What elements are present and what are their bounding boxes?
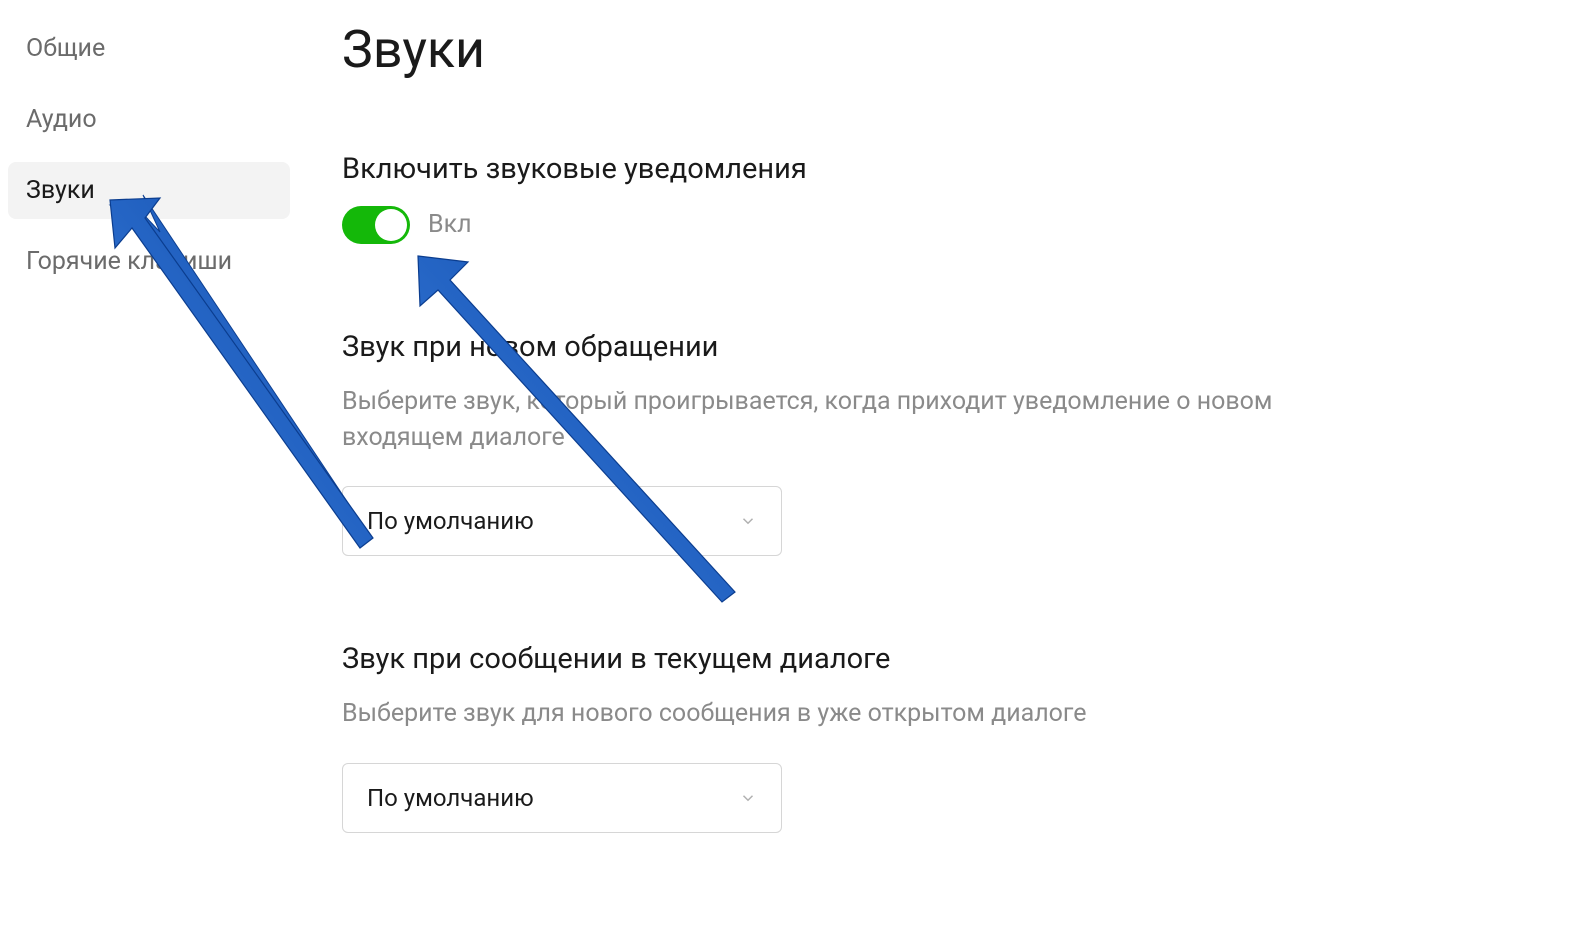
sidebar-item-audio[interactable]: Аудио: [8, 91, 290, 148]
new-request-sound-title: Звук при новом обращении: [342, 330, 1526, 364]
sidebar-item-sounds[interactable]: Звуки: [8, 162, 290, 219]
new-request-sound-description: Выберите звук, который проигрывается, ко…: [342, 384, 1302, 457]
current-dialog-sound-section: Звук при сообщении в текущем диалоге Выб…: [342, 642, 1526, 832]
sidebar-item-label: Горячие клавиши: [26, 247, 232, 276]
sidebar-item-label: Общие: [26, 34, 105, 63]
current-dialog-sound-select[interactable]: По умолчанию: [342, 763, 782, 833]
sidebar-item-label: Аудио: [26, 105, 97, 134]
chevron-down-icon: [739, 512, 757, 530]
page-title: Звуки: [342, 20, 1526, 80]
settings-main: Звуки Включить звуковые уведомления Вкл …: [290, 0, 1586, 919]
current-dialog-sound-description: Выберите звук для нового сообщения в уже…: [342, 696, 1302, 732]
sidebar-item-hotkeys[interactable]: Горячие клавиши: [8, 233, 290, 290]
enable-sound-toggle-row: Вкл: [342, 206, 1526, 244]
sidebar-item-general[interactable]: Общие: [8, 20, 290, 77]
new-request-sound-selected: По умолчанию: [367, 507, 534, 535]
enable-sound-toggle[interactable]: [342, 206, 410, 244]
enable-sound-title: Включить звуковые уведомления: [342, 152, 1526, 186]
new-request-sound-select[interactable]: По умолчанию: [342, 486, 782, 556]
enable-sound-toggle-label: Вкл: [428, 210, 472, 239]
settings-sidebar: Общие Аудио Звуки Горячие клавиши: [0, 0, 290, 919]
current-dialog-sound-title: Звук при сообщении в текущем диалоге: [342, 642, 1526, 676]
enable-sound-section: Включить звуковые уведомления Вкл: [342, 152, 1526, 244]
new-request-sound-section: Звук при новом обращении Выберите звук, …: [342, 330, 1526, 557]
chevron-down-icon: [739, 789, 757, 807]
sidebar-item-label: Звуки: [26, 176, 95, 205]
current-dialog-sound-selected: По умолчанию: [367, 784, 534, 812]
